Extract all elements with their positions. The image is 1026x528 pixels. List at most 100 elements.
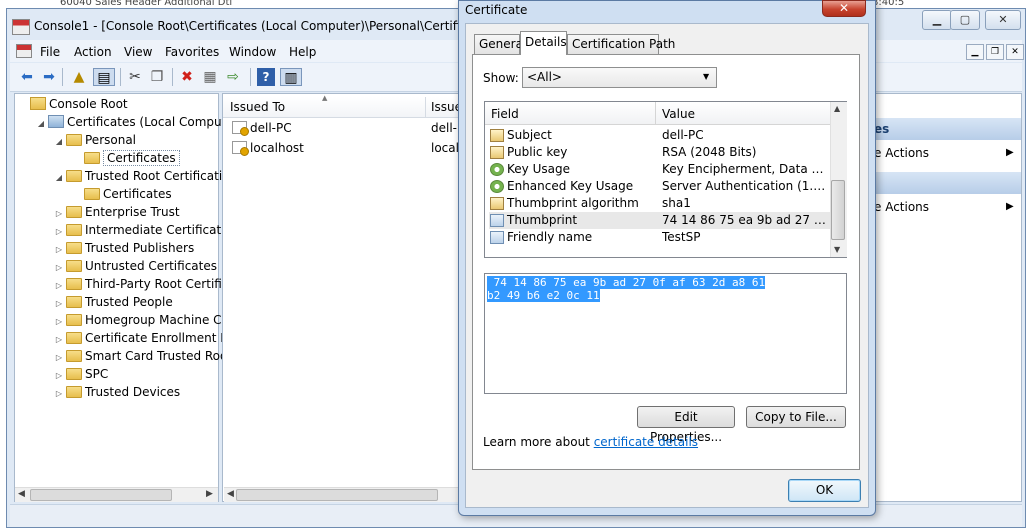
learn-more-prefix: Learn more about <box>483 435 594 449</box>
minimize-button[interactable]: ▁ <box>922 10 952 30</box>
tree-item[interactable]: ▷ SPC <box>54 365 108 383</box>
scroll-right-arrow-icon[interactable]: ▶ <box>206 489 213 499</box>
mdi-minimize-button[interactable]: ▁ <box>966 44 984 60</box>
tree-item-label: Trusted People <box>85 295 173 309</box>
list-item[interactable]: dell-PC <box>230 119 292 137</box>
field-name: Thumbprint algorithm <box>507 196 639 210</box>
issued-to-cell: dell-PC <box>250 121 292 135</box>
show-hide-tree-icon[interactable]: ▤ <box>93 68 115 86</box>
actions-section-header[interactable] <box>873 172 1021 194</box>
more-actions-link[interactable]: e Actions <box>874 199 929 215</box>
cert-field-icon <box>490 129 504 142</box>
tree-expander-icon[interactable]: ◢ <box>54 133 64 151</box>
help-icon[interactable]: ? <box>257 68 275 86</box>
copy-icon[interactable]: ❐ <box>148 68 166 86</box>
folder-icon <box>66 134 82 146</box>
menu-window[interactable]: Window <box>229 44 276 60</box>
more-actions-link[interactable]: e Actions <box>874 145 929 161</box>
toolbar-separator <box>120 68 121 86</box>
field-name: Subject <box>507 128 552 142</box>
mmc-close-button[interactable]: ✕ <box>985 10 1021 30</box>
copy-to-file-button[interactable]: Copy to File... <box>746 406 846 428</box>
field-value: TestSP <box>662 230 701 244</box>
chevron-down-icon[interactable]: ▼ <box>703 72 709 82</box>
tree-item[interactable]: ▷ Trusted Devices <box>54 383 180 401</box>
list-scroll-thumb[interactable] <box>236 489 438 501</box>
tree-item[interactable]: ▷ Trusted Publishers <box>54 239 194 257</box>
column-separator[interactable] <box>425 97 426 117</box>
tree-expander-icon[interactable]: ◢ <box>54 169 64 187</box>
field-row[interactable]: Thumbprint algorithm sha1 <box>489 195 830 212</box>
back-arrow-icon[interactable]: ⬅ <box>18 68 36 86</box>
tree-item-label: Enterprise Trust <box>85 205 180 219</box>
menu-file[interactable]: File <box>40 44 60 60</box>
tree-item[interactable]: Certificates <box>72 185 172 203</box>
thumbprint-value-text[interactable]: 74 14 86 75 ea 9b ad 27 0f af 63 2d a8 6… <box>487 276 832 302</box>
field-name: Thumbprint <box>507 213 578 227</box>
maximize-button[interactable]: ▢ <box>950 10 980 30</box>
mmc-title-text: Console1 - [Console Root\Certificates (L… <box>34 19 498 33</box>
ok-button[interactable]: OK <box>788 479 861 502</box>
fields-scroll-thumb[interactable] <box>831 180 845 240</box>
tree-item[interactable]: Certificates <box>72 149 180 167</box>
computer-icon <box>48 115 64 128</box>
scroll-left-arrow-icon[interactable]: ◀ <box>18 489 25 499</box>
certificate-icon <box>232 121 249 136</box>
column-value[interactable]: Value <box>662 106 695 122</box>
tree-item[interactable]: ▷ Enterprise Trust <box>54 203 180 221</box>
tree-item[interactable]: ▷ Untrusted Certificates <box>54 257 217 275</box>
mmc-doc-icon[interactable] <box>16 44 32 58</box>
mdi-close-button[interactable]: ✕ <box>1006 44 1024 60</box>
submenu-arrow-icon: ▶ <box>1006 201 1014 212</box>
tree-scroll-thumb[interactable] <box>30 489 172 501</box>
tree-expander-icon[interactable]: ▷ <box>54 385 64 403</box>
folder-icon <box>66 278 82 290</box>
folder-icon <box>66 314 82 326</box>
scroll-left-arrow-icon[interactable]: ◀ <box>227 489 234 499</box>
actions-section-header[interactable] <box>873 118 1021 140</box>
mmc-app-icon <box>12 18 30 35</box>
fields-header <box>485 102 830 125</box>
menu-favorites[interactable]: Favorites <box>165 44 219 60</box>
tab-details[interactable]: Details <box>520 31 567 55</box>
scroll-up-arrow-icon[interactable]: ▲ <box>834 104 840 113</box>
tree-item[interactable]: ▷ Smart Card Trusted Roots <box>54 347 238 365</box>
column-field[interactable]: Field <box>491 106 519 122</box>
tab-general[interactable]: General <box>474 34 526 54</box>
mdi-restore-button[interactable]: ❐ <box>986 44 1004 60</box>
issued-by-cell: dell- <box>431 121 457 135</box>
properties-icon[interactable]: ▦ <box>201 68 219 86</box>
cert-field-icon <box>490 146 504 159</box>
field-value: RSA (2048 Bits) <box>662 145 757 159</box>
tree-expander-icon[interactable]: ◢ <box>36 115 46 133</box>
tab-certification-path[interactable]: Certification Path <box>567 34 675 54</box>
tree-item[interactable]: ▷ Trusted People <box>54 293 173 311</box>
field-row[interactable]: Key Usage Key Encipherment, Data Encip... <box>489 161 830 178</box>
edit-properties-button[interactable]: Edit Properties... <box>637 406 735 444</box>
field-row[interactable]: Enhanced Key Usage Server Authentication … <box>489 178 830 195</box>
dialog-close-button[interactable]: ✕ <box>822 0 866 17</box>
column-separator[interactable] <box>655 102 656 124</box>
export-list-icon[interactable]: ⇨ <box>224 68 242 86</box>
column-issued-to[interactable]: Issued To <box>230 99 285 115</box>
tree-item[interactable]: ◢ Certificates (Local Computer) <box>36 113 243 131</box>
up-folder-icon[interactable]: ▲ <box>70 68 88 86</box>
field-row[interactable]: Subject dell-PC <box>489 127 830 144</box>
show-dropdown[interactable]: <All> <box>522 67 717 88</box>
field-row[interactable]: Friendly name TestSP <box>489 229 830 246</box>
scroll-down-arrow-icon[interactable]: ▼ <box>834 245 840 254</box>
forward-arrow-icon[interactable]: ➡ <box>40 68 58 86</box>
cut-icon[interactable]: ✂ <box>126 68 144 86</box>
delete-icon[interactable]: ✖ <box>178 68 196 86</box>
tree-item[interactable]: ◢ Personal <box>54 131 136 149</box>
show-hide-action-pane-icon[interactable]: ▥ <box>280 68 302 86</box>
field-row[interactable]: Thumbprint 74 14 86 75 ea 9b ad 27 0f af … <box>489 212 830 229</box>
menu-action[interactable]: Action <box>74 44 112 60</box>
list-item[interactable]: localhost <box>230 139 304 157</box>
tree-item[interactable]: Console Root <box>18 95 128 113</box>
sort-ascending-icon: ▲ <box>322 94 328 102</box>
menu-view[interactable]: View <box>124 44 152 60</box>
certificate-details-link[interactable]: certificate details <box>594 435 698 449</box>
field-row[interactable]: Public key RSA (2048 Bits) <box>489 144 830 161</box>
menu-help[interactable]: Help <box>289 44 316 60</box>
